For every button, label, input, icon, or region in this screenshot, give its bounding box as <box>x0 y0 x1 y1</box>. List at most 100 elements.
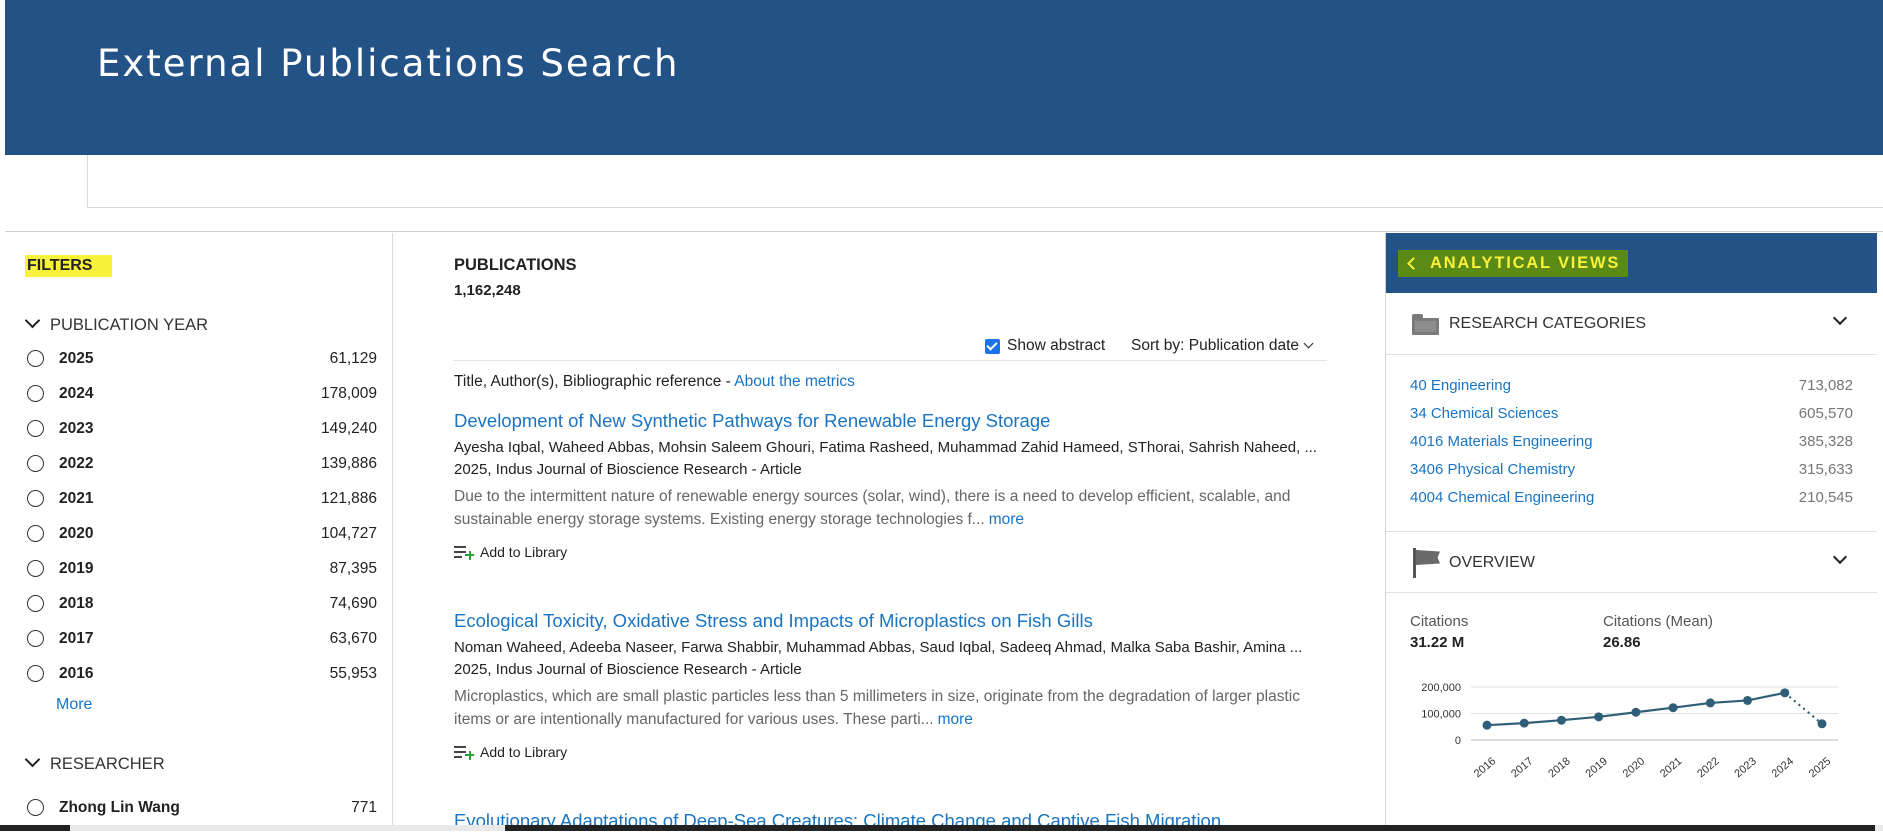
radio-icon[interactable] <box>27 595 44 612</box>
more-years-link[interactable]: More <box>56 696 92 714</box>
more-link[interactable]: more <box>938 711 973 728</box>
series-line-segment <box>1747 691 1785 702</box>
chevron-left-icon <box>1407 257 1420 270</box>
year-filter-option[interactable]: 2018 74,690 <box>27 586 377 621</box>
search-bar <box>5 155 1883 232</box>
data-point[interactable] <box>1668 703 1678 713</box>
checkbox-checked-icon[interactable] <box>985 338 1000 354</box>
series-line-segment <box>1635 706 1674 714</box>
radio-icon[interactable] <box>27 525 44 542</box>
about-metrics-link[interactable]: About the metrics <box>734 373 855 390</box>
researcher-filter-option[interactable]: Zhong Lin Wang 771 <box>27 790 377 825</box>
x-tick-label: 2023 <box>1732 755 1758 780</box>
data-point[interactable] <box>1556 715 1566 725</box>
sort-label: Sort by: <box>1131 337 1185 354</box>
x-tick-label: 2018 <box>1546 755 1572 780</box>
chevron-down-icon <box>1832 310 1848 326</box>
researcher-filter-list: Zhong Lin Wang 771 <box>27 790 377 825</box>
publications-title: PUBLICATIONS <box>454 256 577 274</box>
category-row[interactable]: 3406 Physical Chemistry 315,633 <box>1410 455 1853 483</box>
radio-icon[interactable] <box>27 420 44 437</box>
data-point[interactable] <box>1519 718 1529 728</box>
publication-title-link[interactable]: Ecological Toxicity, Oxidative Stress an… <box>454 610 1329 632</box>
year-filter-option[interactable]: 2019 87,395 <box>27 551 377 586</box>
page-title: External Publications Search <box>97 42 680 85</box>
search-input[interactable] <box>88 155 1883 207</box>
horizontal-scrollbar[interactable] <box>0 825 1883 831</box>
y-tick-label: 200,000 <box>1421 682 1461 694</box>
data-point[interactable] <box>1631 707 1641 717</box>
radio-icon[interactable] <box>27 560 44 577</box>
publications-trend-chart: 0 100,000 200,000 2016 2017 2018 2019 2020 2021 2… <box>1421 682 1838 780</box>
scrollbar-thumb[interactable] <box>505 825 1875 831</box>
column-header: Title, Author(s), Bibliographic referenc… <box>454 373 855 390</box>
year-filter-option[interactable]: 2023 149,240 <box>27 411 377 446</box>
year-filter-option[interactable]: 2017 63,670 <box>27 621 377 656</box>
year-filter-option[interactable]: 2020 104,727 <box>27 516 377 551</box>
sort-dropdown[interactable]: Sort by: Publication date <box>1131 337 1314 355</box>
publication-authors: Ayesha Iqbal, Waheed Abbas, Mohsin Salee… <box>454 439 1317 456</box>
radio-icon[interactable] <box>27 665 44 682</box>
research-categories-header[interactable]: RESEARCH CATEGORIES <box>1386 293 1877 355</box>
year-filter-option[interactable]: 2021 121,886 <box>27 481 377 516</box>
category-row[interactable]: 34 Chemical Sciences 605,570 <box>1410 399 1853 427</box>
chevron-down-icon <box>24 312 41 329</box>
category-list: 40 Engineering 713,082 34 Chemical Scienc… <box>1410 371 1853 511</box>
radio-icon[interactable] <box>27 630 44 647</box>
chevron-down-icon <box>1832 549 1848 565</box>
publication-title-link[interactable]: Development of New Synthetic Pathways fo… <box>454 410 1329 432</box>
citations-mean-metric: Citations (Mean) 26.86 <box>1603 613 1714 651</box>
publication-abstract: Microplastics, which are small plastic p… <box>454 688 1300 728</box>
data-point[interactable] <box>1482 720 1492 730</box>
publication-year-group-toggle[interactable]: PUBLICATION YEAR <box>24 312 209 335</box>
year-filter-option[interactable]: 2024 178,009 <box>27 376 377 411</box>
research-categories-label: RESEARCH CATEGORIES <box>1449 315 1647 332</box>
panel-header: ANALYTICAL VIEWS <box>1386 233 1877 293</box>
filters-panel: FILTERS PUBLICATION YEAR 2025 61,129 2024… <box>5 233 393 831</box>
search-box <box>87 155 1883 208</box>
x-tick-label: 2016 <box>1472 755 1498 780</box>
radio-icon[interactable] <box>27 799 44 816</box>
show-abstract-label: Show abstract <box>1007 337 1106 354</box>
data-point[interactable] <box>1817 719 1827 729</box>
radio-icon[interactable] <box>27 455 44 472</box>
more-link[interactable]: more <box>989 511 1024 528</box>
filters-title: FILTERS <box>25 255 113 277</box>
add-to-library-button[interactable]: Add to Library <box>454 544 1329 560</box>
data-point[interactable] <box>1780 688 1790 698</box>
researcher-group-toggle[interactable]: RESEARCHER <box>24 751 165 774</box>
analytical-views-toggle[interactable]: ANALYTICAL VIEWS <box>1398 250 1629 277</box>
publication-year-label: PUBLICATION YEAR <box>50 316 209 334</box>
show-abstract-toggle[interactable]: Show abstract <box>985 337 1105 355</box>
add-to-list-icon <box>454 745 474 760</box>
year-filter-list: 2025 61,129 2024 178,009 2023 149,240 2022 1… <box>27 341 377 691</box>
data-point[interactable] <box>1705 698 1715 708</box>
publications-list: PUBLICATIONS 1,162,248 Show abstract Sor… <box>453 233 1327 831</box>
category-row[interactable]: 40 Engineering 713,082 <box>1410 371 1853 399</box>
category-row[interactable]: 4016 Materials Engineering 385,328 <box>1410 427 1853 455</box>
series-line-segment <box>1561 715 1599 722</box>
year-filter-option[interactable]: 2016 55,953 <box>27 656 377 691</box>
data-point[interactable] <box>1743 695 1753 705</box>
citations-metric: Citations 31.22 M <box>1410 613 1469 651</box>
category-row[interactable]: 4004 Chemical Engineering 210,545 <box>1410 483 1853 511</box>
overview-label: OVERVIEW <box>1449 554 1535 571</box>
radio-icon[interactable] <box>27 350 44 367</box>
researcher-label: RESEARCHER <box>50 755 165 773</box>
publication-authors: Noman Waheed, Adeeba Naseer, Farwa Shabb… <box>454 639 1303 656</box>
series-line-segment <box>1598 711 1637 718</box>
overview-header[interactable]: OVERVIEW <box>1386 531 1877 593</box>
list-controls: Show abstract Sort by: Publication date <box>453 337 1327 361</box>
publication-reference: 2025, Indus Journal of Bioscience Resear… <box>454 461 802 478</box>
x-tick-label: 2025 <box>1807 755 1833 780</box>
radio-icon[interactable] <box>27 490 44 507</box>
y-tick-label: 100,000 <box>1421 709 1461 721</box>
year-filter-option[interactable]: 2025 61,129 <box>27 341 377 376</box>
radio-icon[interactable] <box>27 385 44 402</box>
data-point[interactable] <box>1594 712 1604 722</box>
x-tick-label: 2022 <box>1695 755 1721 780</box>
year-filter-option[interactable]: 2022 139,886 <box>27 446 377 481</box>
flag-icon <box>1413 548 1441 578</box>
add-to-library-button[interactable]: Add to Library <box>454 744 1329 760</box>
scrollbar-thumb-left[interactable] <box>0 825 70 831</box>
